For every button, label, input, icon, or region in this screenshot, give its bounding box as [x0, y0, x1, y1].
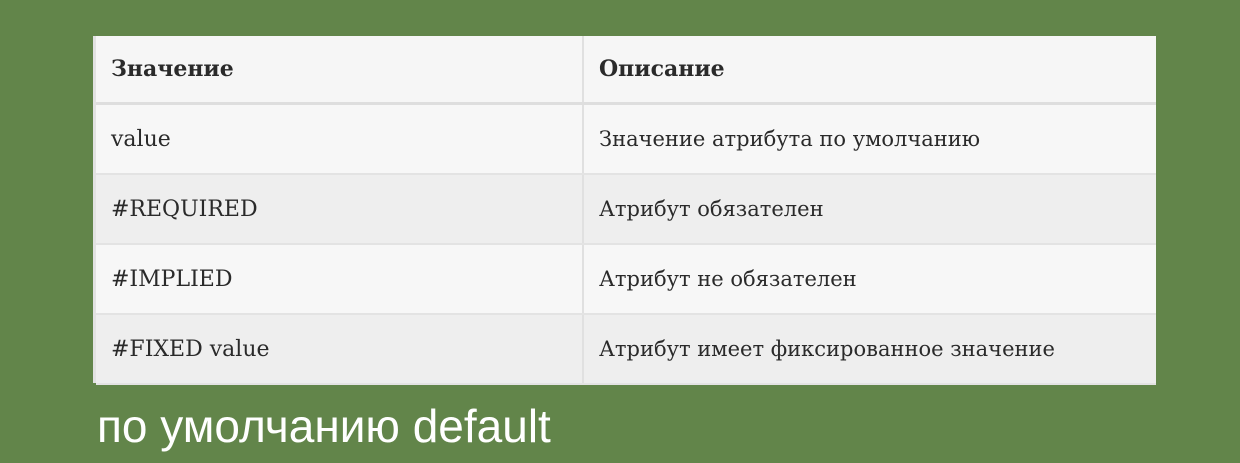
table-row: #FIXED value Атрибут имеет фиксированное… — [96, 314, 1156, 385]
cell-value: #REQUIRED — [96, 174, 584, 245]
table-row: #REQUIRED Атрибут обязателен — [96, 174, 1156, 245]
cell-value: value — [96, 103, 584, 175]
cell-value: #IMPLIED — [96, 244, 584, 315]
slide-caption: по умолчанию default — [97, 400, 551, 452]
attribute-values-table: Значение Описание value Значение атрибут… — [96, 36, 1156, 385]
table-row: value Значение атрибута по умолчанию — [96, 103, 1156, 175]
cell-value: #FIXED value — [96, 314, 584, 385]
cell-description: Атрибут обязателен — [583, 174, 1156, 245]
cell-description: Атрибут не обязателен — [583, 244, 1156, 315]
attribute-values-table-container: Значение Описание value Значение атрибут… — [93, 36, 1156, 385]
table-header-row: Значение Описание — [96, 36, 1156, 105]
column-header-value: Значение — [96, 36, 584, 105]
column-header-description: Описание — [583, 36, 1156, 105]
cell-description: Атрибут имеет фиксированное значение — [583, 314, 1156, 385]
cell-description: Значение атрибута по умолчанию — [583, 103, 1156, 175]
table-row: #IMPLIED Атрибут не обязателен — [96, 244, 1156, 315]
